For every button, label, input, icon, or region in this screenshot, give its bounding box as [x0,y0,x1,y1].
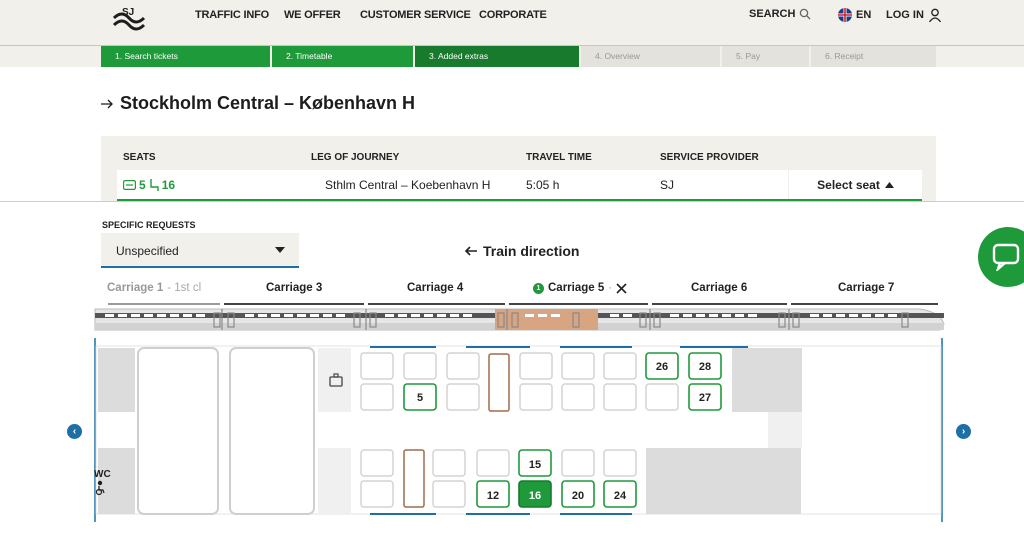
svg-text:SJ: SJ [122,7,134,18]
step-timetable[interactable]: 2. Timetable [272,46,413,67]
scroll-left-button[interactable]: ‹ [67,424,82,439]
seat-label-15: 15 [529,459,541,471]
train-direction: Train direction [464,243,579,259]
seat-label-27: 27 [699,392,711,404]
journey-row: 5 16 Sthlm Central – Koebenhavn H 5:05 h… [117,170,922,201]
search-label: SEARCH [749,8,796,20]
wc-label: WC [94,469,111,480]
seat-map: 5 26 28 27 15 12 16 20 24 WC [94,338,943,522]
seat-icon [123,180,136,190]
header-travel-time: TRAVEL TIME [526,152,592,163]
carriage-3-label: Carriage 3 [266,282,323,294]
specific-requests-select[interactable]: Unspecified [101,233,299,268]
seat-side-icon [149,179,159,191]
seat-label-16: 16 [529,490,541,502]
select-seat-label: Select seat [817,177,880,192]
leg-value: Sthlm Central – Koebenhavn H [325,178,491,192]
carriage-4-tab[interactable]: Carriage 4 [407,282,463,294]
uk-flag-icon [838,8,852,22]
language-label: EN [856,9,872,21]
restaurant-icon [616,282,627,294]
carriage-5-separator: · [608,282,613,294]
chat-button[interactable] [978,227,1024,287]
step-search-tickets[interactable]: 1. Search tickets [101,46,270,67]
journey-summary: SEATS LEG OF JOURNEY TRAVEL TIME SERVICE… [101,136,936,201]
user-icon [928,8,941,22]
caret-up-icon [884,181,894,188]
search-icon [800,8,811,20]
seat-label-26: 26 [656,361,668,373]
carriage-5-label: Carriage 5 [548,282,605,294]
panel-divider [0,201,1024,202]
search-button[interactable]: SEARCH [749,8,811,20]
seat-label-5: 5 [417,392,423,404]
carriage-3-tab[interactable]: Carriage 3 [266,282,322,294]
train-direction-label: Train direction [483,243,580,259]
seat-label-24: 24 [614,490,627,502]
route-heading: Stockholm Central – København H [101,93,415,114]
arrow-right-icon [101,99,113,108]
language-selector[interactable]: EN [838,8,871,22]
header-leg: LEG OF JOURNEY [311,152,400,163]
login-label: LOG IN [886,9,924,21]
step-overview: 4. Overview [581,46,720,67]
carriage-5-tab[interactable]: 1 Carriage 5 · [533,282,627,294]
selected-count-badge: 1 [533,282,544,294]
selected-seats: 5 16 [123,178,175,192]
step-pay: 5. Pay [722,46,809,67]
header-provider: SERVICE PROVIDER [660,152,759,163]
carriage-1-tab[interactable]: Carriage 1 - 1st cl [107,282,201,294]
select-seat-button[interactable]: Select seat [788,170,922,199]
step-added-extras: 3. Added extras [415,46,579,67]
header-seats: SEATS [123,152,156,163]
specific-requests-value: Unspecified [116,244,179,258]
nav-we-offer[interactable]: WE OFFER [284,9,341,21]
nav-corporate[interactable]: CORPORATE [479,9,547,21]
scroll-right-button[interactable]: › [956,424,971,439]
booking-progress: 1. Search tickets 2. Timetable 3. Added … [0,46,1024,67]
arrow-left-icon [464,246,477,256]
carriage-1-label: Carriage 1 [107,282,164,294]
seat-number-a: 5 [139,178,146,192]
sj-logo-icon[interactable]: SJ [110,4,148,38]
travel-time-value: 5:05 h [526,178,560,192]
chat-icon [992,243,1020,271]
provider-value: SJ [660,178,675,192]
nav-traffic-info[interactable]: TRAFFIC INFO [195,9,269,21]
seat-label-28: 28 [699,361,711,373]
chevron-down-icon [275,247,285,253]
carriage-6-tab[interactable]: Carriage 6 [691,282,747,294]
carriage-7-label: Carriage 7 [838,282,895,294]
site-header: SJ TRAFFIC INFO WE OFFER CUSTOMER SERVIC… [0,0,1024,46]
seat-label-12: 12 [487,490,499,502]
login-button[interactable]: LOG IN [886,8,942,22]
nav-customer-service[interactable]: CUSTOMER SERVICE [360,9,471,21]
carriage-1-class: - 1st cl [167,282,202,294]
carriage-7-tab[interactable]: Carriage 7 [838,282,894,294]
step-receipt: 6. Receipt [811,46,936,67]
seat-number-b: 16 [161,178,176,192]
specific-requests-label: SPECIFIC REQUESTS [102,220,196,230]
carriage-6-label: Carriage 6 [691,282,748,294]
seat-label-20: 20 [572,490,584,502]
carriage-4-label: Carriage 4 [407,282,464,294]
route-title: Stockholm Central – København H [120,93,416,113]
train-overview [94,303,945,331]
